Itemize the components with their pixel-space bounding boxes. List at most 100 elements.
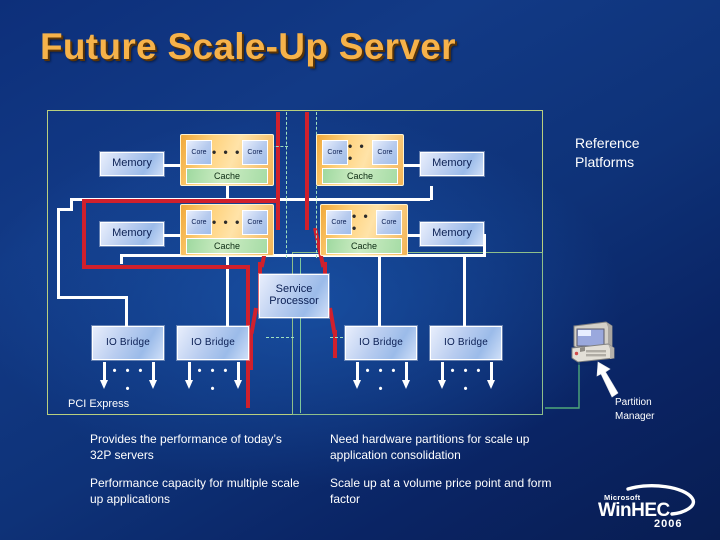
cache-label: Cache: [350, 241, 377, 251]
partition-manager-line2: Manager: [615, 410, 655, 422]
cpu-core[interactable]: Core: [372, 139, 398, 165]
memory-block[interactable]: Memory: [100, 152, 164, 176]
core-label: Core: [381, 218, 397, 226]
cpu-socket[interactable]: Core • • • Core Cache: [316, 134, 404, 186]
pcie-dots: • • • •: [365, 365, 399, 395]
memory-block[interactable]: Memory: [100, 222, 164, 246]
cpu-socket[interactable]: Core • • • Core Cache: [320, 204, 408, 256]
pcie-dots: • • • •: [112, 365, 146, 395]
connector-line: [120, 254, 486, 257]
core-ellipsis: • • •: [348, 139, 366, 165]
pcie-link-group: • • • •: [438, 362, 496, 398]
partition-boundary: [276, 112, 280, 230]
memory-label: Memory: [112, 227, 152, 240]
connector-line: [463, 256, 466, 326]
partition-manager-line1: Partition: [615, 397, 652, 408]
pcie-link-group: • • • •: [100, 362, 158, 398]
slide-canvas: Future Scale-Up Server Memory Memory Mem…: [0, 0, 720, 540]
service-processor-label-line2: Processor: [269, 295, 319, 307]
connector-line: [125, 296, 128, 326]
cpu-cache[interactable]: Cache: [186, 168, 268, 184]
core-label: Core: [191, 218, 207, 226]
service-processor[interactable]: Service Processor: [259, 274, 329, 318]
svg-text:2006: 2006: [654, 518, 682, 530]
io-bridge-label: IO Bridge: [105, 336, 151, 348]
cpu-cache[interactable]: Cache: [186, 238, 268, 254]
cache-label: Cache: [213, 241, 240, 251]
winhec-logo: Microsoft WinHEC 2006: [598, 484, 696, 530]
io-bridge[interactable]: IO Bridge: [92, 326, 164, 360]
cache-label: Cache: [346, 171, 373, 181]
core-label: Core: [377, 148, 393, 156]
core-row: Core • • • Core: [186, 209, 268, 235]
partition-dashed-line: [286, 112, 287, 258]
cpu-core[interactable]: Core: [186, 139, 212, 165]
connector-line: [162, 164, 182, 167]
cpu-core[interactable]: Core: [326, 209, 352, 235]
connector-line: [162, 234, 182, 237]
cpu-core[interactable]: Core: [186, 209, 212, 235]
connector-line: [430, 186, 433, 200]
cpu-socket[interactable]: Core • • • Core Cache: [180, 204, 274, 256]
pcie-link-group: • • • •: [185, 362, 243, 398]
io-bridge[interactable]: IO Bridge: [430, 326, 502, 360]
partition-boundary: [249, 330, 253, 370]
pci-express-label: PCI Express: [68, 398, 130, 410]
io-bridge-label: IO Bridge: [443, 336, 489, 348]
cpu-core[interactable]: Core: [376, 209, 402, 235]
io-bridge[interactable]: IO Bridge: [345, 326, 417, 360]
bullet-item: Scale up at a volume price point and for…: [330, 476, 552, 506]
core-label: Core: [331, 218, 347, 226]
partition-manager-arrow: [596, 361, 619, 398]
io-bridge[interactable]: IO Bridge: [177, 326, 249, 360]
memory-block[interactable]: Memory: [420, 222, 484, 246]
pcie-dots: • • • •: [197, 365, 231, 395]
partition-boundary: [305, 112, 309, 230]
core-label: Core: [247, 148, 263, 156]
core-label: Core: [191, 148, 207, 156]
cpu-cache[interactable]: Cache: [326, 238, 402, 254]
partition-boundary: [82, 265, 250, 269]
bullet-item: Need hardware partitions for scale up ap…: [330, 432, 530, 462]
reference-platforms-callout: Reference Platforms: [575, 134, 640, 172]
cpu-socket[interactable]: Core • • • Core Cache: [180, 134, 274, 186]
core-label: Core: [327, 148, 343, 156]
pcie-dots: • • • •: [450, 365, 484, 395]
partition-dashed-line: [266, 337, 294, 338]
partition-manager-callout: Partition Manager: [615, 396, 654, 423]
reference-platforms-line1: Reference: [575, 135, 640, 151]
io-bridge-label: IO Bridge: [190, 336, 236, 348]
core-row: Core • • • Core: [326, 209, 402, 235]
connector-line: [57, 296, 127, 299]
connector-line: [378, 256, 381, 326]
core-ellipsis: • • •: [212, 145, 242, 159]
core-row: Core • • • Core: [186, 139, 268, 165]
core-ellipsis: • • •: [352, 209, 370, 235]
cache-label: Cache: [213, 171, 240, 181]
pcie-link-group: • • • •: [353, 362, 411, 398]
cpu-core[interactable]: Core: [322, 139, 348, 165]
reference-platforms-line2: Platforms: [575, 153, 635, 170]
cpu-core[interactable]: Core: [242, 209, 268, 235]
memory-label: Memory: [432, 227, 472, 240]
partition-boundary: [82, 199, 278, 203]
core-row: Core • • • Core: [322, 139, 398, 165]
bullet-item: Performance capacity for multiple scale …: [90, 476, 300, 506]
core-label: Core: [247, 218, 263, 226]
memory-label: Memory: [112, 157, 152, 170]
cpu-core[interactable]: Core: [242, 139, 268, 165]
connector-line: [120, 254, 123, 264]
partition-boundary: [82, 199, 86, 269]
page-title: Future Scale-Up Server: [40, 26, 456, 67]
memory-label: Memory: [432, 157, 472, 170]
bullet-list-right: Need hardware partitions for scale up ap…: [330, 432, 575, 520]
cpu-cache[interactable]: Cache: [322, 168, 398, 184]
partition-boundary: [333, 330, 337, 358]
partition-region-outline: [292, 252, 543, 415]
bullet-list-left: Provides the performance of today’s 32P …: [90, 432, 305, 520]
bullet-item: Provides the performance of today’s 32P …: [90, 432, 282, 462]
connector-line: [57, 208, 60, 298]
io-bridge-label: IO Bridge: [358, 336, 404, 348]
memory-block[interactable]: Memory: [420, 152, 484, 176]
core-ellipsis: • • •: [212, 215, 242, 229]
